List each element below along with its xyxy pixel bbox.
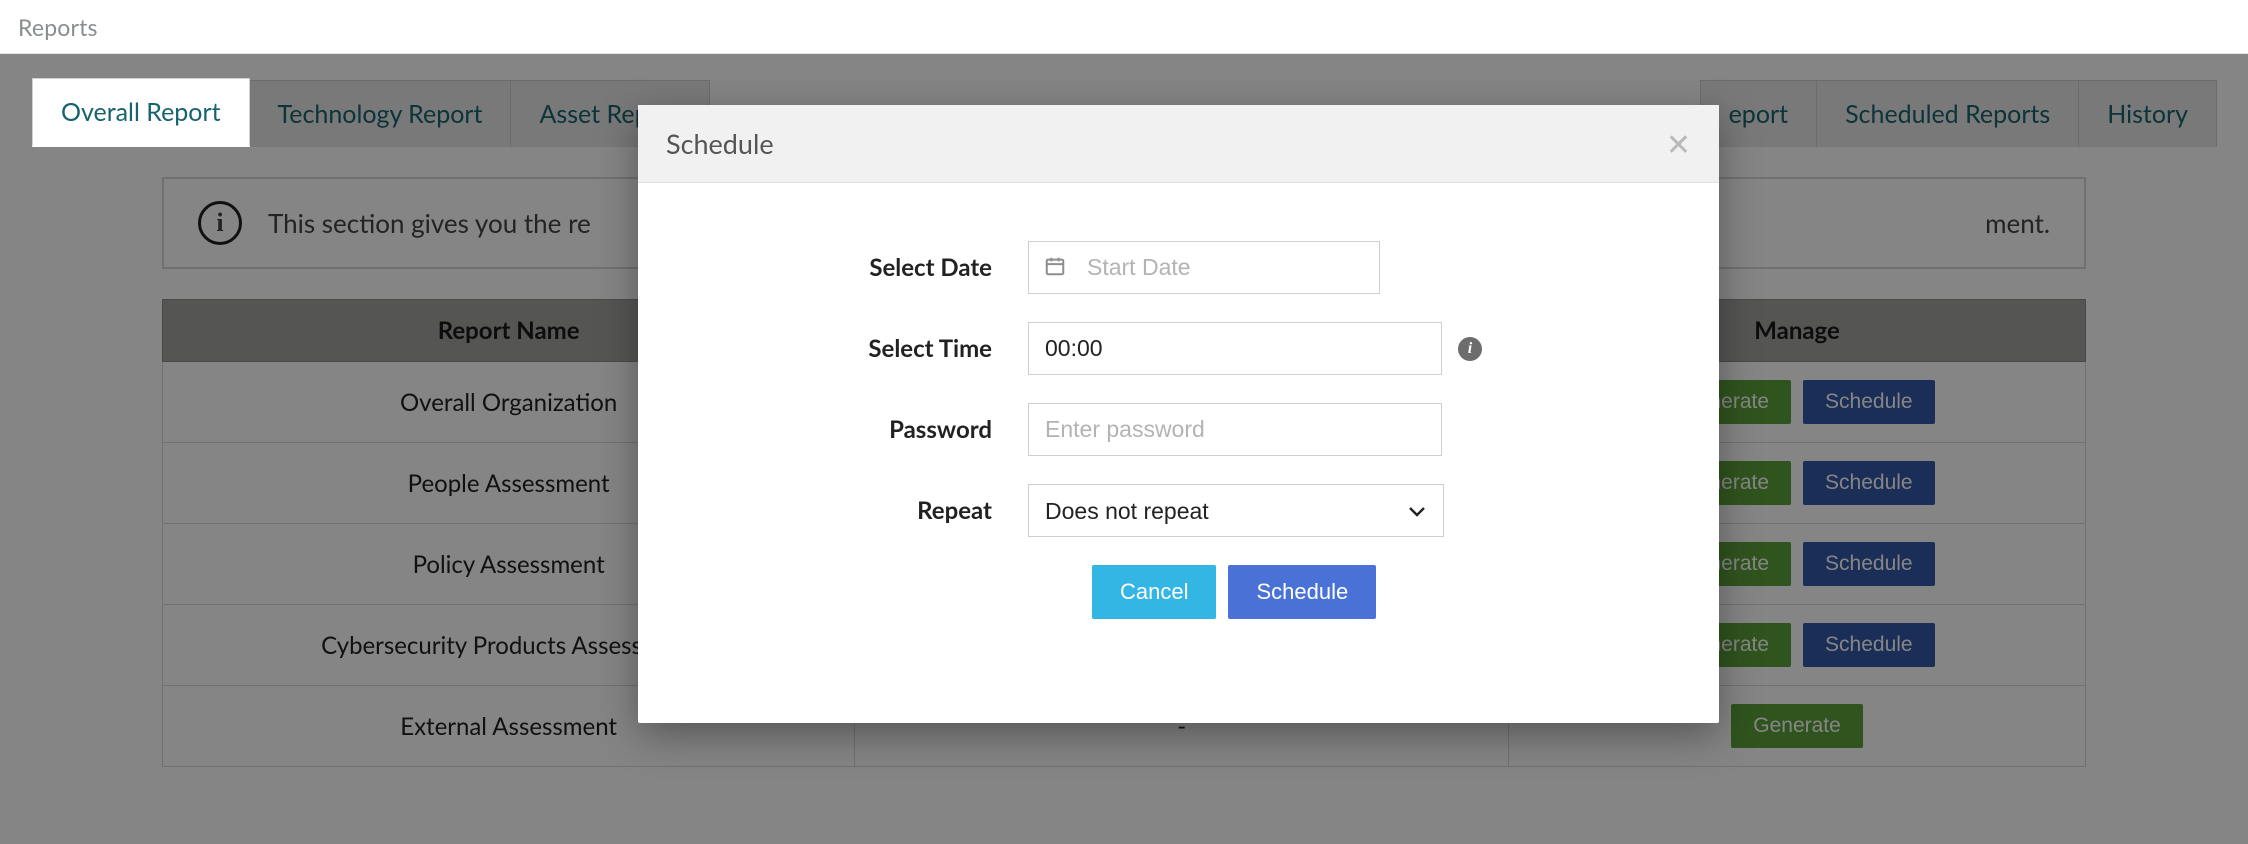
topbar: Reports <box>0 0 2248 54</box>
field-select-date: Select Date <box>698 241 1659 294</box>
modal-header: Schedule ✕ <box>638 105 1719 183</box>
password-input[interactable] <box>1028 403 1442 456</box>
breadcrumb-reports: Reports <box>18 13 98 41</box>
close-icon[interactable]: ✕ <box>1666 129 1691 159</box>
label-repeat: Repeat <box>698 496 1028 525</box>
label-password: Password <box>698 415 1028 444</box>
modal-footer: Cancel Schedule <box>698 565 1659 619</box>
time-input[interactable] <box>1028 322 1442 375</box>
repeat-select[interactable]: Does not repeat <box>1028 484 1444 537</box>
field-password: Password <box>698 403 1659 456</box>
tab-label: Overall Report <box>61 97 221 127</box>
modal-title: Schedule <box>666 127 774 160</box>
start-date-input[interactable] <box>1028 241 1380 294</box>
label-select-time: Select Time <box>698 334 1028 363</box>
field-repeat: Repeat Does not repeat <box>698 484 1659 537</box>
schedule-button[interactable]: Schedule <box>1228 565 1376 619</box>
cancel-button-label: Cancel <box>1120 579 1188 604</box>
label-select-date: Select Date <box>698 253 1028 282</box>
tab-overall-report[interactable]: Overall Report <box>32 78 250 147</box>
calendar-icon <box>1044 255 1066 281</box>
schedule-modal: Schedule ✕ Select Date <box>638 105 1719 723</box>
modal-body: Select Date Select Time <box>638 183 1719 723</box>
field-select-time: Select Time i <box>698 322 1659 375</box>
cancel-button[interactable]: Cancel <box>1092 565 1216 619</box>
info-tooltip-icon[interactable]: i <box>1458 337 1482 361</box>
schedule-button-label: Schedule <box>1256 579 1348 604</box>
